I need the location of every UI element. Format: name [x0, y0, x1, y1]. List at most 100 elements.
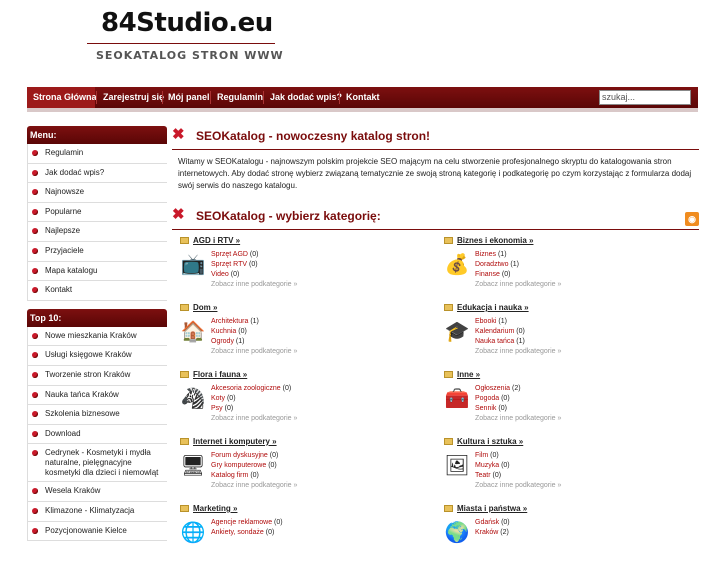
more-subcategories-link[interactable]: Zobacz inne podkategorie » — [475, 415, 561, 422]
subcategory-link[interactable]: Gdańsk — [475, 519, 499, 526]
nav-register[interactable]: Zarejestruj się — [97, 87, 170, 108]
more-subcategories-link[interactable]: Zobacz inne podkategorie » — [211, 281, 297, 288]
more-subcategories-link[interactable]: Zobacz inne podkategorie » — [475, 281, 561, 288]
menu-item-contact[interactable]: Kontakt — [28, 281, 167, 301]
top10-item[interactable]: Usługi księgowe Kraków — [28, 346, 167, 366]
subcategory-item[interactable]: Kraków (2) — [475, 529, 509, 536]
category-title[interactable]: Biznes i ekonomia » — [444, 236, 533, 245]
menu-item-rules[interactable]: Regulamin — [28, 144, 167, 164]
subcategory-link[interactable]: Forum dyskusyjne — [211, 452, 268, 459]
top10-item[interactable]: Download — [28, 425, 167, 445]
more-subcategories-link[interactable]: Zobacz inne podkategorie » — [475, 482, 561, 489]
subcategory-link[interactable]: Ogłoszenia — [475, 385, 510, 392]
subcategory-item[interactable]: Sennik (0) — [475, 405, 507, 412]
subcategory-item[interactable]: Ogrody (1) — [211, 338, 244, 345]
subcategory-item[interactable]: Kalendarium (0) — [475, 328, 525, 335]
subcategory-item[interactable]: Doradztwo (1) — [475, 261, 519, 268]
top10-item[interactable]: Nauka tańca Kraków — [28, 386, 167, 406]
subcategory-link[interactable]: Kraków — [475, 529, 498, 536]
subcategory-link[interactable]: Ankiety, sondaże — [211, 529, 264, 536]
subcategory-link[interactable]: Ebooki — [475, 318, 496, 325]
subcategory-link[interactable]: Video — [211, 271, 229, 278]
category-title[interactable]: Marketing » — [180, 504, 237, 513]
nav-rules[interactable]: Regulamin — [211, 87, 269, 108]
subcategory-item[interactable]: Ebooki (1) — [475, 318, 507, 325]
top10-item[interactable]: Wesela Kraków — [28, 482, 167, 502]
subcategory-link[interactable]: Sprzęt RTV — [211, 261, 247, 268]
subcategory-link[interactable]: Psy — [211, 405, 223, 412]
category-title[interactable]: Internet i komputery » — [180, 437, 277, 446]
subcategory-link[interactable]: Finanse — [475, 271, 500, 278]
more-subcategories-link[interactable]: Zobacz inne podkategorie » — [475, 348, 561, 355]
top10-item[interactable]: Pozycjonowanie Kielce — [28, 522, 167, 542]
more-subcategories-link[interactable]: Zobacz inne podkategorie » — [211, 415, 297, 422]
subcategory-item[interactable]: Gdańsk (0) — [475, 519, 510, 526]
subcategory-item[interactable]: Nauka tańca (1) — [475, 338, 525, 345]
subcategory-link[interactable]: Kuchnia — [211, 328, 236, 335]
subcategory-link[interactable]: Katalog firm — [211, 472, 248, 479]
subcategory-item[interactable]: Architektura (1) — [211, 318, 259, 325]
subcategory-item[interactable]: Gry komputerowe (0) — [211, 462, 277, 469]
subcategory-link[interactable]: Kalendarium — [475, 328, 514, 335]
subcategory-link[interactable]: Akcesoria zoologiczne — [211, 385, 281, 392]
subcategory-item[interactable]: Forum dyskusyjne (0) — [211, 452, 278, 459]
subcategory-item[interactable]: Biznes (1) — [475, 251, 507, 258]
subcategory-item[interactable]: Akcesoria zoologiczne (0) — [211, 385, 291, 392]
subcategory-item[interactable]: Sprzęt RTV (0) — [211, 261, 258, 268]
subcategory-item[interactable]: Ogłoszenia (2) — [475, 385, 521, 392]
nav-how-to-add[interactable]: Jak dodać wpis? — [264, 87, 348, 108]
menu-item-best[interactable]: Najlepsze — [28, 222, 167, 242]
subcategory-item[interactable]: Katalog firm (0) — [211, 472, 259, 479]
top10-item[interactable]: Tworzenie stron Kraków — [28, 366, 167, 386]
subcategory-item[interactable]: Video (0) — [211, 271, 239, 278]
category-title[interactable]: Flora i fauna » — [180, 370, 247, 379]
menu-item-how-to-add[interactable]: Jak dodać wpis? — [28, 164, 167, 184]
menu-item-popular[interactable]: Popularne — [28, 203, 167, 223]
more-subcategories-link[interactable]: Zobacz inne podkategorie » — [211, 348, 297, 355]
top10-item[interactable]: Nowe mieszkania Kraków — [28, 327, 167, 347]
top10-item[interactable]: Cedrynek - Kosmetyki i mydła naturalne, … — [28, 444, 167, 483]
subcategory-link[interactable]: Architektura — [211, 318, 248, 325]
subcategory-item[interactable]: Psy (0) — [211, 405, 233, 412]
category-title[interactable]: Edukacja i nauka » — [444, 303, 529, 312]
category-title[interactable]: Dom » — [180, 303, 217, 312]
subcategory-link[interactable]: Biznes — [475, 251, 496, 258]
top10-item[interactable]: Szkolenia biznesowe — [28, 405, 167, 425]
subcategory-item[interactable]: Pogoda (0) — [475, 395, 510, 402]
rss-icon[interactable]: ◉ — [685, 212, 699, 226]
category-title[interactable]: Inne » — [444, 370, 480, 379]
subcategory-item[interactable]: Koty (0) — [211, 395, 236, 402]
nav-contact[interactable]: Kontakt — [340, 87, 386, 108]
subcategory-link[interactable]: Pogoda — [475, 395, 499, 402]
nav-home[interactable]: Strona Główna — [27, 87, 97, 108]
subcategory-link[interactable]: Muzyka — [475, 462, 499, 469]
subcategory-link[interactable]: Gry komputerowe — [211, 462, 266, 469]
subcategory-item[interactable]: Muzyka (0) — [475, 462, 510, 469]
menu-item-sitemap[interactable]: Mapa katalogu — [28, 262, 167, 282]
subcategory-link[interactable]: Ogrody — [211, 338, 234, 345]
subcategory-link[interactable]: Nauka tańca — [475, 338, 514, 345]
subcategory-item[interactable]: Finanse (0) — [475, 271, 510, 278]
site-logo-title[interactable]: 84Studio.eu — [101, 8, 273, 38]
category-title[interactable]: AGD i RTV » — [180, 236, 240, 245]
subcategory-item[interactable]: Film (0) — [475, 452, 499, 459]
subcategory-link[interactable]: Sennik — [475, 405, 496, 412]
subcategory-item[interactable]: Kuchnia (0) — [211, 328, 247, 335]
subcategory-link[interactable]: Koty — [211, 395, 225, 402]
nav-my-panel[interactable]: Mój panel — [162, 87, 216, 108]
subcategory-item[interactable]: Ankiety, sondaże (0) — [211, 529, 274, 536]
subcategory-item[interactable]: Agencje reklamowe (0) — [211, 519, 283, 526]
top10-item[interactable]: Klimazone - Klimatyzacja — [28, 502, 167, 522]
more-subcategories-link[interactable]: Zobacz inne podkategorie » — [211, 482, 297, 489]
subcategory-item[interactable]: Sprzęt AGD (0) — [211, 251, 258, 258]
subcategory-link[interactable]: Doradztwo — [475, 261, 508, 268]
category-title[interactable]: Kultura i sztuka » — [444, 437, 523, 446]
subcategory-link[interactable]: Teatr — [475, 472, 491, 479]
menu-item-friends[interactable]: Przyjaciele — [28, 242, 167, 262]
subcategory-link[interactable]: Sprzęt AGD — [211, 251, 248, 258]
subcategory-link[interactable]: Agencje reklamowe — [211, 519, 272, 526]
menu-item-newest[interactable]: Najnowsze — [28, 183, 167, 203]
search-input[interactable]: szukaj... — [599, 90, 691, 105]
category-title[interactable]: Miasta i państwa » — [444, 504, 527, 513]
subcategory-link[interactable]: Film — [475, 452, 488, 459]
